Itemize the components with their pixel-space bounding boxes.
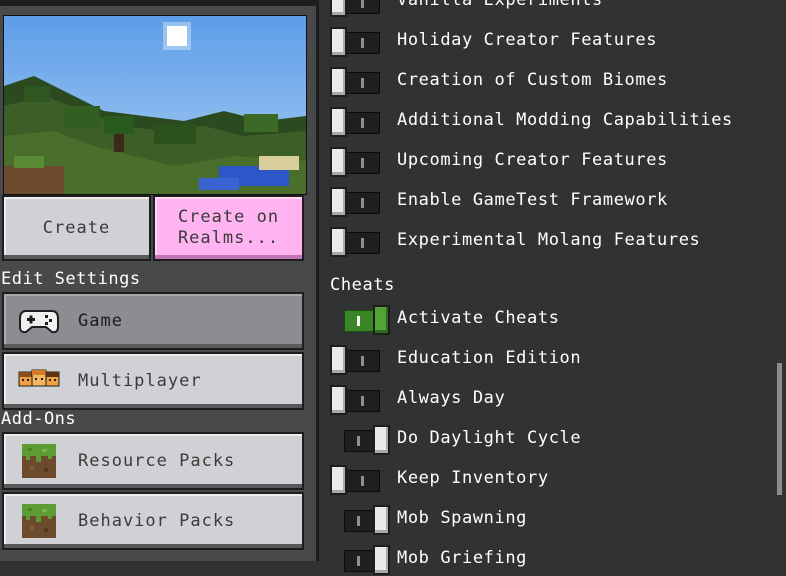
resource-packs-label: Resource Packs: [78, 451, 236, 471]
nav-multiplayer-button[interactable]: Multiplayer: [2, 352, 304, 410]
world-preview-image: [3, 15, 307, 195]
toggle-switch[interactable]: [338, 545, 390, 575]
gamepad-icon: [18, 304, 60, 338]
toggle-switch[interactable]: [338, 425, 390, 455]
grass-block-icon: [18, 444, 60, 478]
toggle-label: Holiday Creator Features: [397, 30, 658, 50]
toggle-label: Upcoming Creator Features: [397, 150, 668, 170]
toggle-label: Do Daylight Cycle: [397, 428, 582, 448]
edit-settings-heading: Edit Settings: [1, 269, 141, 289]
top-border: [0, 0, 316, 6]
create-button[interactable]: Create: [2, 195, 151, 261]
create-on-realms-label: Create on Realms...: [177, 207, 280, 248]
toggle-switch[interactable]: [330, 385, 382, 415]
grass-block-icon: [18, 504, 60, 538]
toggle-switch[interactable]: [330, 0, 382, 17]
toggle-label: Education Edition: [397, 348, 582, 368]
toggle-label: Enable GameTest Framework: [397, 190, 668, 210]
players-icon: [18, 364, 60, 398]
nav-game-label: Game: [78, 311, 123, 331]
behavior-packs-label: Behavior Packs: [78, 511, 236, 531]
addons-heading: Add-Ons: [1, 409, 77, 429]
resource-packs-button[interactable]: Resource Packs: [2, 432, 304, 490]
toggle-label: Mob Griefing: [397, 548, 528, 568]
toggle-label: Keep Inventory: [397, 468, 549, 488]
toggle-switch[interactable]: [330, 27, 382, 57]
cheats-heading: Cheats: [330, 275, 396, 295]
toggle-switch[interactable]: [330, 147, 382, 177]
toggle-label: Experimental Molang Features: [397, 230, 701, 250]
create-button-label: Create: [42, 218, 111, 238]
toggle-label: Vanilla Experiments: [397, 0, 603, 10]
nav-multiplayer-label: Multiplayer: [78, 371, 202, 391]
nav-game-button[interactable]: Game: [2, 292, 304, 350]
toggle-switch[interactable]: [338, 505, 390, 535]
toggle-switch[interactable]: [330, 67, 382, 97]
toggle-label: Activate Cheats: [397, 308, 560, 328]
toggle-switch[interactable]: [330, 465, 382, 495]
toggle-label: Always Day: [397, 388, 506, 408]
toggle-label: Additional Modding Capabilities: [397, 110, 733, 130]
left-panel: Create Create on Realms... Edit Settings…: [0, 0, 316, 561]
toggle-switch[interactable]: [330, 345, 382, 375]
toggle-switch[interactable]: [330, 187, 382, 217]
toggle-label: Mob Spawning: [397, 508, 528, 528]
scrollbar-thumb[interactable]: [777, 363, 782, 495]
toggle-label: Creation of Custom Biomes: [397, 70, 668, 90]
toggle-switch[interactable]: [330, 107, 382, 137]
behavior-packs-button[interactable]: Behavior Packs: [2, 492, 304, 550]
create-on-realms-button[interactable]: Create on Realms...: [153, 195, 304, 261]
toggle-switch[interactable]: [330, 227, 382, 257]
toggle-switch[interactable]: [338, 305, 390, 335]
